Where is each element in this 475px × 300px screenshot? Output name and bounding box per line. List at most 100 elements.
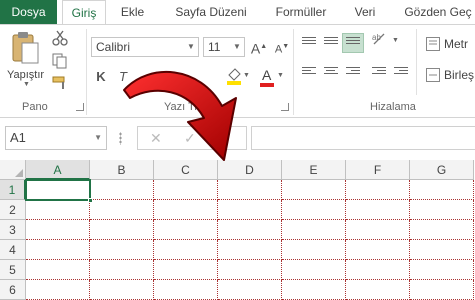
tab-home[interactable]: Giriş <box>62 0 106 24</box>
align-left-icon[interactable] <box>302 67 316 78</box>
merge-cells-icon <box>426 68 440 82</box>
cell-c3[interactable] <box>154 220 218 240</box>
worksheet-grid: ABCDEFG 123456 <box>0 160 475 300</box>
cell-d6[interactable] <box>218 280 282 300</box>
font-color-button[interactable]: A ▼ <box>258 67 288 89</box>
wrap-text-label: Metr <box>444 37 468 51</box>
cell-c4[interactable] <box>154 240 218 260</box>
cell-a3[interactable] <box>26 220 90 240</box>
cell-c2[interactable] <box>154 200 218 220</box>
copy-icon[interactable] <box>52 53 68 69</box>
column-header-e[interactable]: E <box>282 160 346 180</box>
tab-file[interactable]: Dosya <box>0 0 57 24</box>
cell-e4[interactable] <box>282 240 346 260</box>
align-bottom-button[interactable] <box>342 33 364 53</box>
font-name-select[interactable]: Calibri ▼ <box>91 37 199 57</box>
tab-page-layout[interactable]: Sayfa Düzeni <box>160 0 262 24</box>
merge-label: Birleş <box>444 68 475 82</box>
row-header-3[interactable]: 3 <box>0 220 26 240</box>
cell-g4[interactable] <box>410 240 474 260</box>
cell-f1[interactable] <box>346 180 410 200</box>
increase-indent-icon[interactable] <box>394 67 408 78</box>
font-launcher-icon[interactable] <box>281 103 289 111</box>
tab-review[interactable]: Gözden Geç <box>398 0 475 24</box>
row-header-4[interactable]: 4 <box>0 240 26 260</box>
ribbon-tab-bar: Dosya Giriş Ekle Sayfa Düzeni Formüller … <box>0 0 475 24</box>
row-header-5[interactable]: 5 <box>0 260 26 280</box>
cell-f4[interactable] <box>346 240 410 260</box>
cell-f2[interactable] <box>346 200 410 220</box>
cell-f6[interactable] <box>346 280 410 300</box>
cell-b2[interactable] <box>90 200 154 220</box>
align-middle-icon[interactable] <box>324 37 338 48</box>
row-header-6[interactable]: 6 <box>0 280 26 300</box>
select-all-button[interactable] <box>0 160 26 180</box>
cell-b3[interactable] <box>90 220 154 240</box>
fill-handle[interactable] <box>88 198 93 203</box>
format-painter-icon[interactable] <box>52 75 68 91</box>
font-color-label: A <box>262 67 272 83</box>
tab-insert[interactable]: Ekle <box>110 0 155 24</box>
active-cell-selection[interactable] <box>25 179 93 203</box>
chevron-down-icon: ▼ <box>277 72 284 79</box>
paste-label: Yapıştır <box>7 69 45 81</box>
clipboard-group-label: Pano <box>22 101 48 113</box>
cell-d1[interactable] <box>218 180 282 200</box>
cell-c1[interactable] <box>154 180 218 200</box>
cell-c6[interactable] <box>154 280 218 300</box>
orientation-icon[interactable]: ab <box>372 32 386 46</box>
row-header-2[interactable]: 2 <box>0 200 26 220</box>
cell-g2[interactable] <box>410 200 474 220</box>
decrease-indent-icon[interactable] <box>372 67 386 78</box>
column-header-a[interactable]: A <box>26 160 90 180</box>
font-size-value: 11 <box>208 40 221 54</box>
row-header-1[interactable]: 1 <box>0 180 26 200</box>
cell-e2[interactable] <box>282 200 346 220</box>
cell-a4[interactable] <box>26 240 90 260</box>
grow-font-button[interactable]: A▲ <box>248 37 270 57</box>
cell-g3[interactable] <box>410 220 474 240</box>
bold-button[interactable]: K <box>90 67 112 87</box>
align-bottom-icon <box>346 37 360 48</box>
chevron-down-icon: ▼ <box>94 133 102 142</box>
cell-g6[interactable] <box>410 280 474 300</box>
cell-d5[interactable] <box>218 260 282 280</box>
paste-button[interactable]: Yapıştır ▼ <box>4 29 46 91</box>
wrap-text-button[interactable]: Metr <box>424 35 475 55</box>
align-top-icon[interactable] <box>302 37 316 48</box>
cell-e3[interactable] <box>282 220 346 240</box>
align-right-icon[interactable] <box>346 67 360 78</box>
cell-d4[interactable] <box>218 240 282 260</box>
cell-e1[interactable] <box>282 180 346 200</box>
tab-formulas[interactable]: Formüller <box>262 0 340 24</box>
cell-b5[interactable] <box>90 260 154 280</box>
cell-f3[interactable] <box>346 220 410 240</box>
cut-icon[interactable] <box>52 30 68 46</box>
group-divider <box>293 29 294 115</box>
shrink-font-button[interactable]: A▼ <box>271 37 293 57</box>
column-header-g[interactable]: G <box>410 160 474 180</box>
cell-g1[interactable] <box>410 180 474 200</box>
tab-data[interactable]: Veri <box>345 0 385 24</box>
cell-b1[interactable] <box>90 180 154 200</box>
cell-a5[interactable] <box>26 260 90 280</box>
formula-input[interactable] <box>251 126 475 150</box>
cell-d3[interactable] <box>218 220 282 240</box>
cell-d2[interactable] <box>218 200 282 220</box>
align-center-icon[interactable] <box>324 67 338 78</box>
cell-e6[interactable] <box>282 280 346 300</box>
cell-e5[interactable] <box>282 260 346 280</box>
cell-a2[interactable] <box>26 200 90 220</box>
cell-b6[interactable] <box>90 280 154 300</box>
clipboard-launcher-icon[interactable] <box>76 103 84 111</box>
cell-c5[interactable] <box>154 260 218 280</box>
merge-button[interactable]: Birleş <box>424 65 475 85</box>
column-header-f[interactable]: F <box>346 160 410 180</box>
chevron-down-icon: ▼ <box>187 42 195 51</box>
cell-b4[interactable] <box>90 240 154 260</box>
cell-g5[interactable] <box>410 260 474 280</box>
cell-f5[interactable] <box>346 260 410 280</box>
name-box[interactable]: A1 ▼ <box>5 126 107 150</box>
font-size-select[interactable]: 11 ▼ <box>203 37 245 57</box>
cell-a6[interactable] <box>26 280 90 300</box>
